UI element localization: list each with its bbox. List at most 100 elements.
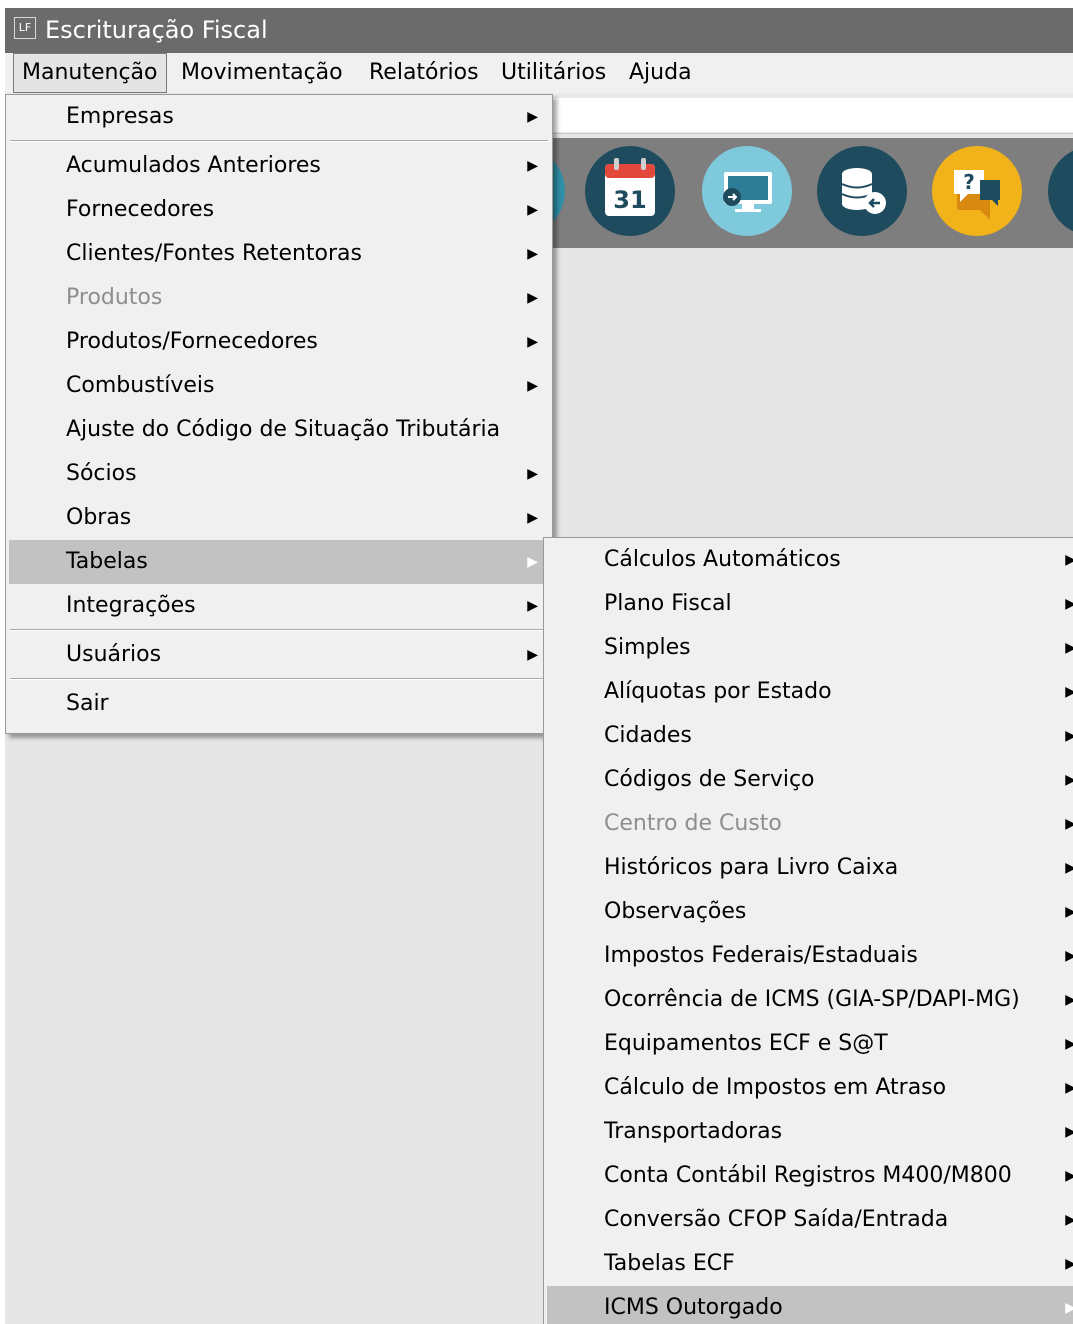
submenu-item-label: Conversão CFOP Saída/Entrada bbox=[604, 1207, 949, 1232]
menu-item-produtos: Produtos ▶ bbox=[6, 276, 552, 320]
submenu-item-label: Cidades bbox=[604, 723, 692, 748]
submenu-arrow-icon: ▶ bbox=[1065, 860, 1073, 876]
menu-ajuda[interactable]: Ajuda bbox=[621, 53, 700, 93]
submenu-arrow-icon: ▶ bbox=[1065, 1036, 1073, 1052]
help-chat-icon-text: ? bbox=[963, 170, 975, 194]
submenu-arrow-icon: ▶ bbox=[1065, 772, 1073, 788]
submenu-item-label: Plano Fiscal bbox=[604, 591, 732, 616]
menu-item-integracoes[interactable]: Integrações ▶ bbox=[6, 584, 552, 628]
calendar-icon[interactable]: 31 bbox=[585, 146, 675, 236]
submenu-item-label: ICMS Outorgado bbox=[604, 1295, 783, 1320]
menu-bar: Manutenção Movimentação Relatórios Utili… bbox=[5, 53, 1073, 93]
menu-item-label: Clientes/Fontes Retentoras bbox=[66, 241, 363, 266]
submenu-item-impostos-federais-estaduais[interactable]: Impostos Federais/Estaduais ▶ bbox=[544, 934, 1073, 978]
submenu-arrow-icon: ▶ bbox=[1065, 1300, 1073, 1316]
submenu-arrow-icon: ▶ bbox=[527, 109, 538, 125]
submenu-arrow-icon: ▶ bbox=[527, 290, 538, 306]
menu-relatorios[interactable]: Relatórios bbox=[361, 53, 487, 93]
menu-item-tabelas[interactable]: Tabelas ▶ bbox=[9, 540, 549, 584]
menu-utilitarios[interactable]: Utilitários bbox=[493, 53, 614, 93]
submenu-item-observacoes[interactable]: Observações ▶ bbox=[544, 890, 1073, 934]
submenu-arrow-icon: ▶ bbox=[1065, 1212, 1073, 1228]
submenu-item-label: Centro de Custo bbox=[604, 811, 782, 836]
menu-item-ajuste-codigo-situacao-tributaria[interactable]: Ajuste do Código de Situação Tributária bbox=[6, 408, 552, 452]
submenu-item-label: Impostos Federais/Estaduais bbox=[604, 943, 918, 968]
submenu-arrow-icon: ▶ bbox=[527, 246, 538, 262]
help-chat-icon[interactable]: ? bbox=[932, 146, 1022, 236]
submenu-item-label: Históricos para Livro Caixa bbox=[604, 855, 899, 880]
submenu-arrow-icon: ▶ bbox=[1065, 1256, 1073, 1272]
submenu-item-ocorrencia-icms[interactable]: Ocorrência de ICMS (GIA-SP/DAPI-MG) ▶ bbox=[544, 978, 1073, 1022]
submenu-item-tabelas-ecf[interactable]: Tabelas ECF ▶ bbox=[544, 1242, 1073, 1286]
menu-item-label: Tabelas bbox=[66, 549, 148, 574]
submenu-item-simples[interactable]: Simples ▶ bbox=[544, 626, 1073, 670]
submenu-arrow-icon: ▶ bbox=[1065, 728, 1073, 744]
submenu-arrow-icon: ▶ bbox=[1065, 992, 1073, 1008]
tabelas-submenu: Cálculos Automáticos ▶ Plano Fiscal ▶ Simp… bbox=[543, 537, 1073, 1324]
submenu-item-cidades[interactable]: Cidades ▶ bbox=[544, 714, 1073, 758]
submenu-arrow-icon: ▶ bbox=[1065, 1124, 1073, 1140]
menu-item-empresas[interactable]: Empresas ▶ bbox=[6, 95, 552, 139]
menu-item-label: Obras bbox=[66, 505, 132, 530]
submenu-item-label: Ocorrência de ICMS (GIA-SP/DAPI-MG) bbox=[604, 987, 1020, 1012]
submenu-item-calculos-automaticos[interactable]: Cálculos Automáticos ▶ bbox=[544, 538, 1073, 582]
submenu-item-label: Cálculo de Impostos em Atraso bbox=[604, 1075, 947, 1100]
toolbar-search-field[interactable] bbox=[545, 98, 1073, 132]
submenu-item-historicos-livro-caixa[interactable]: Históricos para Livro Caixa ▶ bbox=[544, 846, 1073, 890]
menu-item-label: Produtos bbox=[66, 285, 163, 310]
submenu-item-label: Transportadoras bbox=[604, 1119, 783, 1144]
submenu-arrow-icon: ▶ bbox=[527, 598, 538, 614]
submenu-arrow-icon: ▶ bbox=[1065, 640, 1073, 656]
submenu-arrow-icon: ▶ bbox=[1065, 948, 1073, 964]
submenu-arrow-icon: ▶ bbox=[527, 647, 538, 663]
submenu-arrow-icon: ▶ bbox=[1065, 596, 1073, 612]
window-title: Escrituração Fiscal bbox=[45, 16, 268, 44]
monitor-icon[interactable] bbox=[702, 146, 792, 236]
menu-item-usuarios[interactable]: Usuários ▶ bbox=[6, 633, 552, 677]
submenu-arrow-icon: ▶ bbox=[527, 334, 538, 350]
submenu-item-label: Simples bbox=[604, 635, 691, 660]
submenu-item-conta-contabil-registros[interactable]: Conta Contábil Registros M400/M800 ▶ bbox=[544, 1154, 1073, 1198]
menu-item-acumulados-anteriores[interactable]: Acumulados Anteriores ▶ bbox=[6, 144, 552, 188]
submenu-item-label: Cálculos Automáticos bbox=[604, 547, 841, 572]
database-icon[interactable] bbox=[817, 146, 907, 236]
menu-item-label: Sócios bbox=[66, 461, 137, 486]
partial-toolbar-icon[interactable] bbox=[1048, 146, 1073, 236]
menu-manutencao[interactable]: Manutenção bbox=[13, 53, 167, 93]
submenu-item-aliquotas-por-estado[interactable]: Alíquotas por Estado ▶ bbox=[544, 670, 1073, 714]
title-bar: LF Escrituração Fiscal bbox=[5, 8, 1073, 53]
submenu-arrow-icon: ▶ bbox=[1065, 816, 1073, 832]
submenu-item-label: Alíquotas por Estado bbox=[604, 679, 832, 704]
menu-item-label: Usuários bbox=[66, 642, 162, 667]
menu-item-sair[interactable]: Sair bbox=[6, 682, 552, 726]
menu-item-socios[interactable]: Sócios ▶ bbox=[6, 452, 552, 496]
menu-item-obras[interactable]: Obras ▶ bbox=[6, 496, 552, 540]
submenu-arrow-icon: ▶ bbox=[1065, 1168, 1073, 1184]
submenu-item-label: Observações bbox=[604, 899, 747, 924]
submenu-item-equipamentos-ecf-sat[interactable]: Equipamentos ECF e S@T ▶ bbox=[544, 1022, 1073, 1066]
menu-movimentacao[interactable]: Movimentação bbox=[173, 53, 351, 93]
submenu-arrow-icon: ▶ bbox=[527, 158, 538, 174]
submenu-item-label: Códigos de Serviço bbox=[604, 767, 815, 792]
submenu-item-codigos-de-servico[interactable]: Códigos de Serviço ▶ bbox=[544, 758, 1073, 802]
menu-item-label: Ajuste do Código de Situação Tributária bbox=[66, 417, 501, 442]
menu-item-combustiveis[interactable]: Combustíveis ▶ bbox=[6, 364, 552, 408]
menu-item-clientes-fontes-retentoras[interactable]: Clientes/Fontes Retentoras ▶ bbox=[6, 232, 552, 276]
submenu-arrow-icon: ▶ bbox=[1065, 552, 1073, 568]
menu-item-fornecedores[interactable]: Fornecedores ▶ bbox=[6, 188, 552, 232]
submenu-arrow-icon: ▶ bbox=[527, 554, 538, 570]
submenu-item-plano-fiscal[interactable]: Plano Fiscal ▶ bbox=[544, 582, 1073, 626]
menu-item-label: Empresas bbox=[66, 104, 174, 129]
submenu-arrow-icon: ▶ bbox=[527, 202, 538, 218]
submenu-item-label: Tabelas ECF bbox=[604, 1251, 735, 1276]
calendar-icon-text: 31 bbox=[613, 186, 646, 214]
submenu-item-transportadoras[interactable]: Transportadoras ▶ bbox=[544, 1110, 1073, 1154]
submenu-arrow-icon: ▶ bbox=[527, 378, 538, 394]
submenu-item-icms-outorgado[interactable]: ICMS Outorgado ▶ bbox=[547, 1286, 1073, 1324]
submenu-item-calculo-impostos-atraso[interactable]: Cálculo de Impostos em Atraso ▶ bbox=[544, 1066, 1073, 1110]
menu-item-label: Produtos/Fornecedores bbox=[66, 329, 318, 354]
menu-item-label: Acumulados Anteriores bbox=[66, 153, 321, 178]
submenu-item-conversao-cfop[interactable]: Conversão CFOP Saída/Entrada ▶ bbox=[544, 1198, 1073, 1242]
menu-item-produtos-fornecedores[interactable]: Produtos/Fornecedores ▶ bbox=[6, 320, 552, 364]
menu-item-label: Combustíveis bbox=[66, 373, 215, 398]
